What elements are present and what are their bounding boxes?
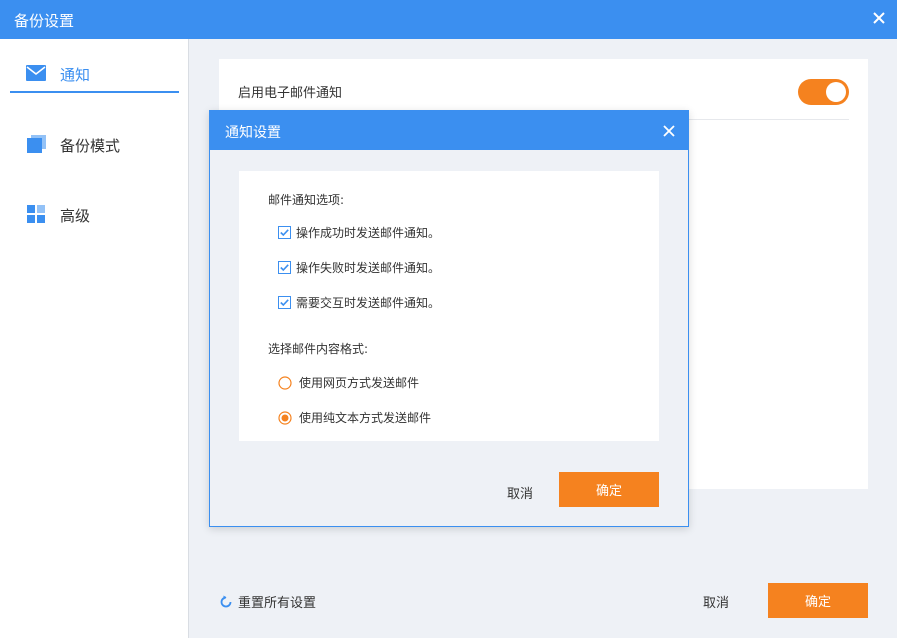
checkbox-checked-icon (278, 261, 291, 274)
checkbox-checked-icon (278, 296, 291, 309)
radio-plain-text-format[interactable]: 使用纯文本方式发送邮件 (278, 409, 431, 426)
radio-unselected-icon (278, 375, 292, 390)
checkbox-label: 需要交互时发送邮件通知。 (296, 296, 441, 310)
checkbox-label: 操作成功时发送邮件通知。 (296, 226, 441, 240)
format-label: 选择邮件内容格式: (268, 342, 369, 356)
dialog-title: 通知设置 (225, 125, 281, 141)
sidebar-item-label: 备份模式 (60, 137, 121, 155)
close-icon[interactable] (662, 124, 676, 138)
grid-icon (27, 205, 45, 223)
mail-icon (26, 65, 46, 81)
backup-mode-icon (27, 135, 46, 153)
window-title: 备份设置 (14, 12, 75, 30)
sidebar-item-backup-mode[interactable]: 备份模式 (10, 124, 179, 164)
email-notify-label: 启用电子邮件通知 (238, 86, 343, 101)
dialog-body: 邮件通知选项: 操作成功时发送邮件通知。 操作失败时发送邮件通知。 需要交互时发… (239, 171, 659, 441)
sidebar: 通知 备份模式 高级 (0, 39, 189, 638)
email-notify-toggle[interactable] (798, 79, 849, 105)
checkbox-failure-notify[interactable]: 操作失败时发送邮件通知。 (278, 259, 440, 276)
radio-selected-icon (278, 410, 292, 425)
sidebar-item-notification[interactable]: 通知 (10, 53, 179, 93)
notification-settings-dialog: 通知设置 邮件通知选项: 操作成功时发送邮件通知。 操作失败时发送邮件通知。 需… (209, 110, 689, 527)
radio-label: 使用网页方式发送邮件 (299, 376, 420, 390)
toggle-knob (826, 82, 846, 102)
reset-icon (220, 595, 232, 607)
dialog-ok-button[interactable]: 确定 (559, 472, 659, 507)
title-bar: 备份设置 (0, 0, 897, 39)
radio-label: 使用纯文本方式发送邮件 (299, 411, 432, 425)
reset-all-settings-button[interactable]: 重置所有设置 (219, 592, 316, 611)
email-options-label: 邮件通知选项: (268, 193, 345, 207)
sidebar-item-advanced[interactable]: 高级 (10, 194, 179, 234)
cancel-button[interactable]: 取消 (703, 592, 729, 611)
close-icon[interactable] (871, 10, 887, 26)
dialog-cancel-button[interactable]: 取消 (507, 483, 533, 502)
checkbox-label: 操作失败时发送邮件通知。 (296, 261, 441, 275)
checkbox-interaction-notify[interactable]: 需要交互时发送邮件通知。 (278, 294, 440, 311)
radio-html-format[interactable]: 使用网页方式发送邮件 (278, 374, 419, 391)
reset-label: 重置所有设置 (238, 596, 317, 611)
ok-button[interactable]: 确定 (768, 583, 868, 618)
sidebar-item-label: 高级 (60, 207, 91, 225)
sidebar-item-label: 通知 (60, 66, 91, 84)
checkbox-success-notify[interactable]: 操作成功时发送邮件通知。 (278, 224, 440, 241)
checkbox-checked-icon (278, 226, 291, 239)
dialog-header: 通知设置 (210, 111, 688, 150)
